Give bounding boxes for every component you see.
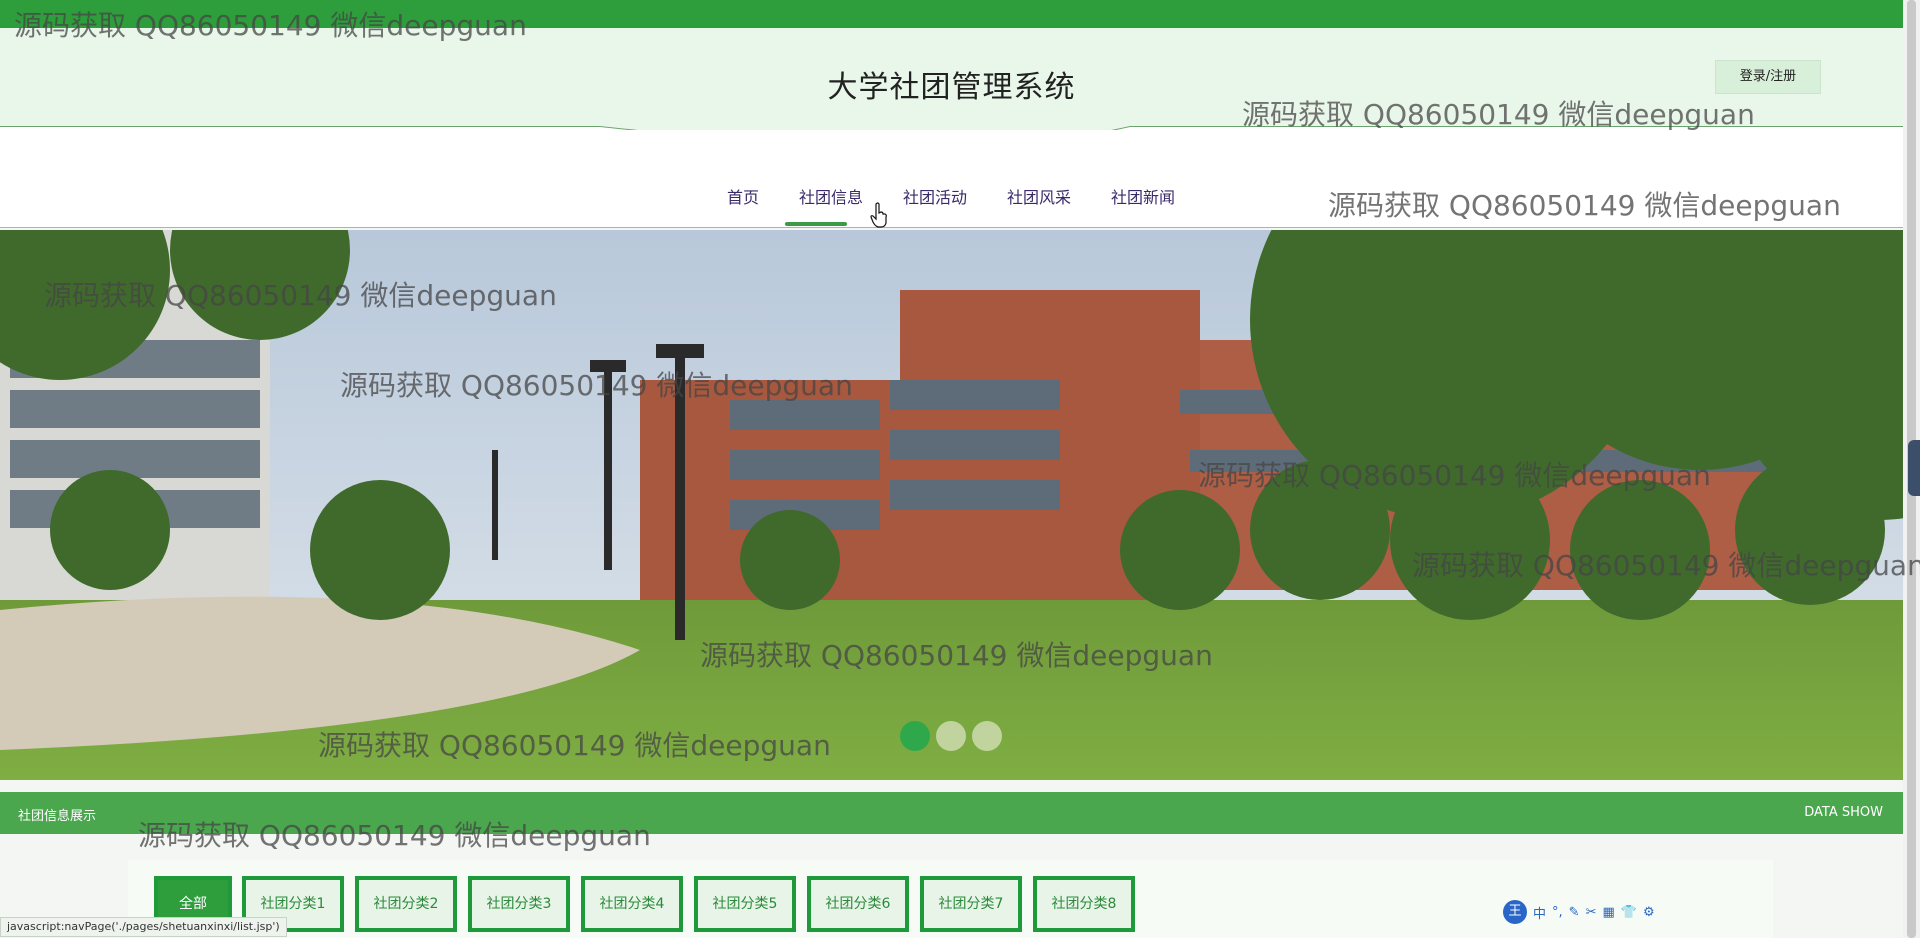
category-item[interactable]: 社团分类8 xyxy=(1033,876,1135,932)
carousel-dot-2[interactable] xyxy=(936,721,966,751)
login-register-button[interactable]: 登录/注册 xyxy=(1715,60,1821,94)
sogou-ime-icon[interactable]: 王 xyxy=(1503,900,1527,924)
nav-item-home[interactable]: 首页 xyxy=(727,184,759,208)
section-data-show-label: DATA SHOW xyxy=(1804,805,1883,820)
nav-item-club-news[interactable]: 社团新闻 xyxy=(1111,184,1175,208)
ime-keyboard-icon[interactable]: ▦ xyxy=(1602,905,1614,920)
ime-punct-icon[interactable]: °, xyxy=(1552,905,1563,920)
nav-item-club-showcase[interactable]: 社团风采 xyxy=(1007,184,1071,208)
watermark: 源码获取 QQ86050149 微信deepguan xyxy=(1328,189,1841,222)
category-item[interactable]: 社团分类4 xyxy=(581,876,683,932)
watermark: 源码获取 QQ86050149 微信deepguan xyxy=(1242,98,1755,131)
category-item[interactable]: 社团分类6 xyxy=(807,876,909,932)
ime-handwrite-icon[interactable]: ✎ xyxy=(1569,905,1580,920)
nav-item-club-activities[interactable]: 社团活动 xyxy=(903,184,967,208)
hand-pointer-icon xyxy=(870,202,887,228)
category-item[interactable]: 社团分类3 xyxy=(468,876,570,932)
watermark: 源码获取 QQ86050149 微信deepguan xyxy=(1198,459,1711,492)
ime-cut-icon[interactable]: ✂ xyxy=(1586,905,1597,920)
watermark: 源码获取 QQ86050149 微信deepguan xyxy=(1412,549,1920,582)
watermark: 源码获取 QQ86050149 微信deepguan xyxy=(318,729,831,762)
watermark: 源码获取 QQ86050149 微信deepguan xyxy=(138,819,651,852)
section-title: 社团信息展示 xyxy=(18,809,97,824)
category-item[interactable]: 社团分类5 xyxy=(694,876,796,932)
watermark: 源码获取 QQ86050149 微信deepguan xyxy=(44,279,557,312)
ime-skin-icon[interactable]: 👕 xyxy=(1621,905,1637,920)
watermark: 源码获取 QQ86050149 微信deepguan xyxy=(14,9,527,42)
watermark: 源码获取 QQ86050149 微信deepguan xyxy=(700,639,1213,672)
ime-mode-icon[interactable]: 中 xyxy=(1533,903,1546,922)
side-tool-handle[interactable] xyxy=(1908,440,1920,496)
watermark: 源码获取 QQ86050149 微信deepguan xyxy=(340,369,853,402)
carousel-dot-1[interactable] xyxy=(900,721,930,751)
category-item[interactable]: 社团分类7 xyxy=(920,876,1022,932)
browser-status-bar: javascript:navPage('./pages/shetuanxinxi… xyxy=(0,917,287,937)
ime-toolbar[interactable]: 王 中 °, ✎ ✂ ▦ 👕 ⚙ xyxy=(1503,900,1655,924)
nav-bottom-line xyxy=(0,227,1903,228)
ime-settings-icon[interactable]: ⚙ xyxy=(1643,905,1655,920)
nav-active-indicator xyxy=(785,222,847,226)
category-item[interactable]: 社团分类2 xyxy=(355,876,457,932)
carousel-dot-3[interactable] xyxy=(972,721,1002,751)
nav-item-club-info[interactable]: 社团信息 xyxy=(799,184,863,208)
